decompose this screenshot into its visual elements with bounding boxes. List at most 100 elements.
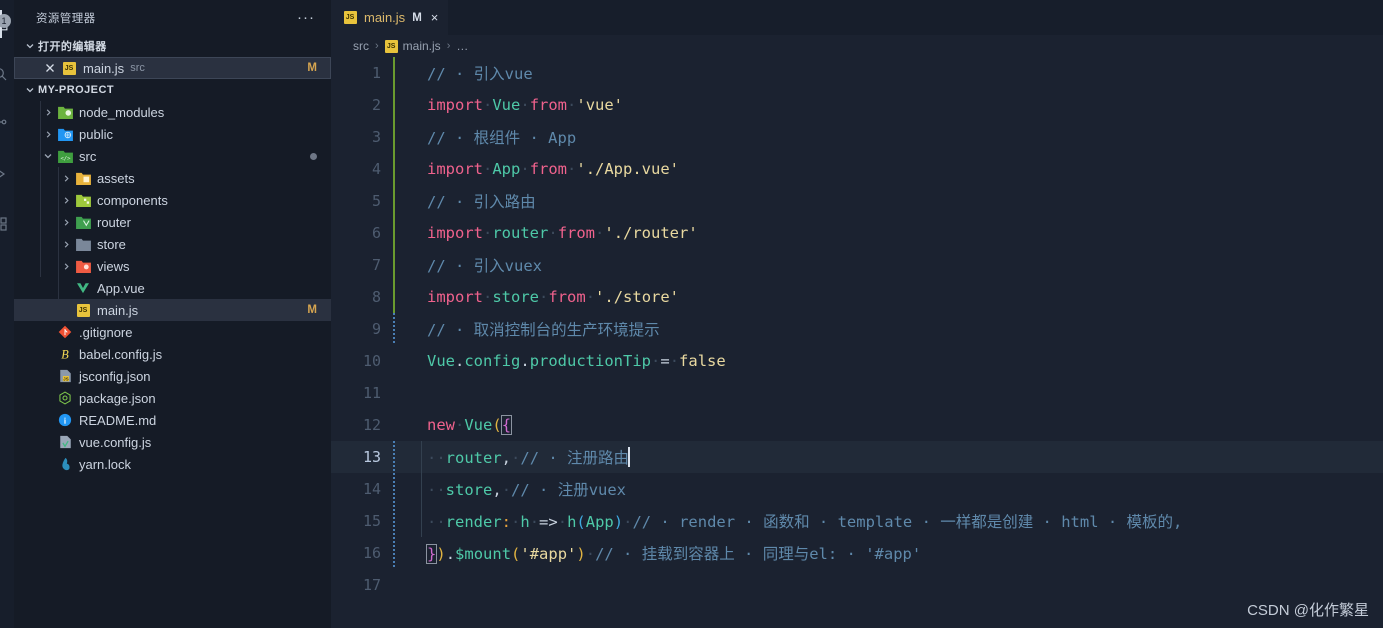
extensions-icon[interactable] (0, 210, 14, 238)
folder-node-icon (56, 106, 74, 119)
code-line-16[interactable]: 16 }).$mount('#app')·// · 挂载到容器上 · 同理与el… (331, 537, 1383, 569)
operator-token: => (539, 513, 558, 531)
code-line-text: import·Vue·from·'vue' (427, 96, 624, 114)
code-line-5[interactable]: 5 // · 引入路由 (331, 185, 1383, 217)
line-number: 1 (371, 64, 381, 82)
tree-item-router[interactable]: router (14, 211, 331, 233)
code-line-3[interactable]: 3 // · 根组件 · App (331, 121, 1383, 153)
code-editor[interactable]: 1 // · 引入vue 2 import·Vue·from·'vue' 3 /… (331, 57, 1383, 628)
code-line-9[interactable]: 9 // · 取消控制台的生产环境提示 (331, 313, 1383, 345)
section-my-project[interactable]: MY-PROJECT (14, 79, 331, 101)
tab-label: main.js (364, 10, 406, 25)
punct-token: . (455, 352, 465, 370)
code-line-text: }).$mount('#app')·// · 挂载到容器上 · 同理与el: ·… (425, 544, 922, 564)
tree-item-app-vue[interactable]: App.vue (14, 277, 331, 299)
readme-file-icon: i (56, 413, 74, 427)
breadcrumb-main-js[interactable]: JS main.js (384, 39, 441, 53)
code-line-15[interactable]: 15 ··render:·h·=>·h(App)·// · render · 函… (331, 505, 1383, 537)
search-icon[interactable] (0, 60, 14, 88)
keyword-token: from (529, 96, 568, 114)
source-control-icon[interactable] (0, 110, 14, 138)
brace-token-highlighted: } (425, 544, 438, 564)
code-line-12[interactable]: 12 new·Vue({ (331, 409, 1383, 441)
code-line-1[interactable]: 1 // · 引入vue (331, 57, 1383, 89)
sidebar-header: 资源管理器 ··· (14, 0, 331, 35)
tree-item-package-json[interactable]: package.json (14, 387, 331, 409)
identifier-token: h (567, 513, 577, 531)
tree-item-label: public (79, 126, 113, 142)
breadcrumb-symbol[interactable]: … (456, 39, 468, 53)
tree-item-src[interactable]: </> src (14, 145, 331, 167)
section-open-editors[interactable]: 打开的编辑器 (14, 35, 331, 57)
identifier-token: store (492, 288, 540, 306)
folder-src-icon: </> (56, 150, 74, 163)
sidebar-title: 资源管理器 (36, 12, 96, 25)
open-editor-item-main-js[interactable]: JS main.js src M (14, 57, 331, 79)
line-number: 2 (371, 96, 381, 114)
identifier-token: render (445, 513, 502, 531)
tree-item-components[interactable]: components (14, 189, 331, 211)
comment-token: // · 注册vuex (511, 481, 627, 499)
tree-item-label: views (97, 258, 130, 274)
chevron-right-icon (58, 196, 74, 205)
code-line-11[interactable]: 11 (331, 377, 1383, 409)
code-line-text: new·Vue({ (427, 415, 513, 435)
tree-item-public[interactable]: public (14, 123, 331, 145)
code-line-2[interactable]: 2 import·Vue·from·'vue' (331, 89, 1383, 121)
tree-item-gitignore[interactable]: .gitignore (14, 321, 331, 343)
tab-main-js[interactable]: JS main.js M × (331, 0, 449, 35)
paren-token: ) (613, 513, 624, 531)
tree-item-jsconfig[interactable]: JS jsconfig.json (14, 365, 331, 387)
tree-item-label: babel.config.js (79, 346, 163, 362)
code-line-4[interactable]: 4 import·App·from·'./App.vue' (331, 153, 1383, 185)
code-line-text: ··render:·h·=>·h(App)·// · render · 函数和 … (427, 513, 1183, 531)
jsconfig-file-icon: JS (56, 369, 74, 383)
chevron-right-icon (58, 240, 74, 249)
tree-item-vue-config[interactable]: vue.config.js (14, 431, 331, 453)
code-line-text: import·store·from·'./store' (427, 288, 680, 306)
close-icon[interactable]: × (429, 10, 441, 25)
open-editor-label: main.js (83, 60, 125, 76)
code-line-8[interactable]: 8 import·store·from·'./store' (331, 281, 1383, 313)
debug-icon[interactable] (0, 160, 14, 188)
identifier-token: h (520, 513, 530, 531)
comment-token: // · 注册路由 (520, 449, 630, 467)
code-line-7[interactable]: 7 // · 引入vuex (331, 249, 1383, 281)
breadcrumb-src[interactable]: src (353, 39, 369, 53)
keyword-token: from (529, 160, 568, 178)
code-line-17[interactable]: 17 (331, 569, 1383, 601)
tree-item-views[interactable]: views (14, 255, 331, 277)
line-number: 5 (371, 192, 381, 210)
code-line-10[interactable]: 10 Vue.config.productionTip·=·false (331, 345, 1383, 377)
line-number: 13 (362, 448, 381, 466)
code-line-text: Vue.config.productionTip·=·false (427, 352, 726, 370)
tree-item-store[interactable]: store (14, 233, 331, 255)
code-line-6[interactable]: 6 import·router·from·'./router' (331, 217, 1383, 249)
keyword-token: import (427, 96, 483, 114)
code-line-14[interactable]: 14 ··store,·// · 注册vuex (331, 473, 1383, 505)
keyword-token: import (427, 224, 483, 242)
more-actions-icon[interactable]: ··· (293, 10, 319, 25)
identifier-token: $mount (455, 545, 512, 563)
tree-item-label: store (97, 236, 126, 252)
code-line-text: // · 根组件 · App (393, 126, 576, 148)
code-line-13[interactable]: 13 ··router,·// · 注册路由 (331, 441, 1383, 473)
tree-item-main-js[interactable]: JS main.js M (14, 299, 331, 321)
tree-item-node-modules[interactable]: node_modules (14, 101, 331, 123)
tree-item-assets[interactable]: assets (14, 167, 331, 189)
punct-token: . (445, 545, 456, 563)
chevron-right-icon (58, 218, 74, 227)
tree-item-label: components (97, 192, 168, 208)
operator-token: = (660, 352, 670, 370)
tree-item-yarn-lock[interactable]: yarn.lock (14, 453, 331, 475)
line-number: 12 (362, 416, 381, 434)
vscode-window: 1 资源管理器 ··· 打开的编辑器 JS main.js src M MY-P… (0, 0, 1383, 628)
line-number: 3 (371, 128, 381, 146)
chevron-down-icon (40, 151, 56, 161)
tree-item-readme[interactable]: i README.md (14, 409, 331, 431)
tree-item-babel-config[interactable]: B babel.config.js (14, 343, 331, 365)
git-file-icon (56, 325, 74, 339)
paren-token: ) (436, 545, 446, 563)
close-icon[interactable] (40, 63, 60, 73)
keyword-token: import (427, 160, 483, 178)
